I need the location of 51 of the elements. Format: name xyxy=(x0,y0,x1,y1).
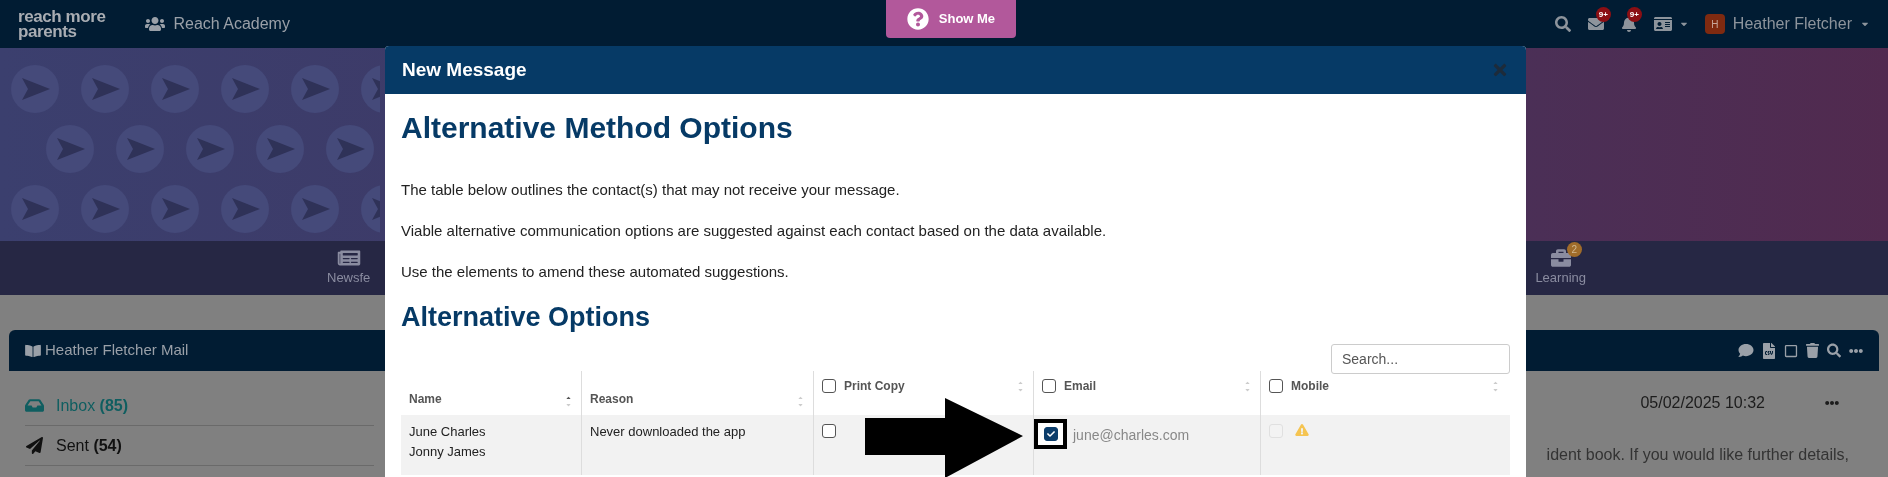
paragraph: The table below outlines the contact(s) that may not receive your message. xyxy=(401,180,901,199)
user-menu[interactable]: H Heather Fletcher xyxy=(1704,12,1870,36)
paragraph: Use the elements to amend these automated suggestions. xyxy=(401,262,790,281)
contact-name: Jonny James xyxy=(409,443,487,461)
school-switcher[interactable]: Reach Academy xyxy=(145,12,290,36)
subheading: Alternative Options xyxy=(401,301,652,333)
checkbox[interactable] xyxy=(1043,427,1058,441)
id-card-icon[interactable] xyxy=(1652,16,1689,32)
checkbox[interactable] xyxy=(822,424,836,438)
folder-item[interactable]: Sent (54) xyxy=(25,426,374,466)
newspaper-icon xyxy=(336,248,361,269)
inbox-icon xyxy=(25,397,44,414)
check-icon xyxy=(1046,430,1055,438)
user-avatar: H xyxy=(1704,14,1725,34)
comment-icon[interactable] xyxy=(1738,343,1754,358)
search-icon[interactable] xyxy=(1827,343,1841,358)
panel-title: Heather Fletcher Mail xyxy=(45,340,189,361)
show-me-button[interactable]: Show Me xyxy=(885,0,1016,38)
message-snippet: ident book. If you would like further details, xyxy=(1546,445,1849,465)
nav-item[interactable]: Newsfe xyxy=(327,241,371,295)
nav-item[interactable]: 2 Learning xyxy=(1535,241,1586,295)
heading: Alternative Method Options xyxy=(401,110,794,146)
paragraph: Viable alternative communication options are suggested against each contact based on the data available. xyxy=(401,221,1108,240)
help-icon xyxy=(906,8,929,30)
mail-icon[interactable] xyxy=(1586,16,1605,32)
paper-plane-icon xyxy=(25,437,44,454)
users-icon xyxy=(145,16,166,32)
column-label: Reason xyxy=(590,391,634,408)
column-header[interactable]: Mobile xyxy=(1261,371,1508,415)
search-icon[interactable] xyxy=(1554,16,1571,32)
search-field[interactable]: Search... xyxy=(1331,344,1510,374)
message-date: 05/02/2025 10:32 xyxy=(1640,393,1765,413)
reason-text: Never downloaded the app xyxy=(590,424,746,439)
notification-badge: 9+ xyxy=(1626,7,1642,22)
column-label: Name xyxy=(409,391,442,408)
sort-icon[interactable] xyxy=(564,396,573,407)
checkbox[interactable] xyxy=(1042,379,1056,393)
column-label: Email xyxy=(1064,378,1096,395)
trash-icon[interactable] xyxy=(1806,343,1819,358)
briefcase-icon xyxy=(1548,248,1573,269)
logo[interactable]: reach more parents xyxy=(18,9,106,39)
contact-name: June Charles xyxy=(409,423,487,441)
modal-title: New Message xyxy=(402,57,527,82)
mail-badge: 9+ xyxy=(1595,7,1611,22)
count-badge: 2 xyxy=(1566,242,1582,258)
checkbox[interactable] xyxy=(822,379,836,393)
column-label: Print Copy xyxy=(844,378,905,395)
csv-file-icon[interactable] xyxy=(1762,342,1776,359)
column-label: Mobile xyxy=(1291,378,1329,395)
email-address: june@charles.com xyxy=(1073,426,1190,445)
checkbox[interactable] xyxy=(1269,379,1283,393)
